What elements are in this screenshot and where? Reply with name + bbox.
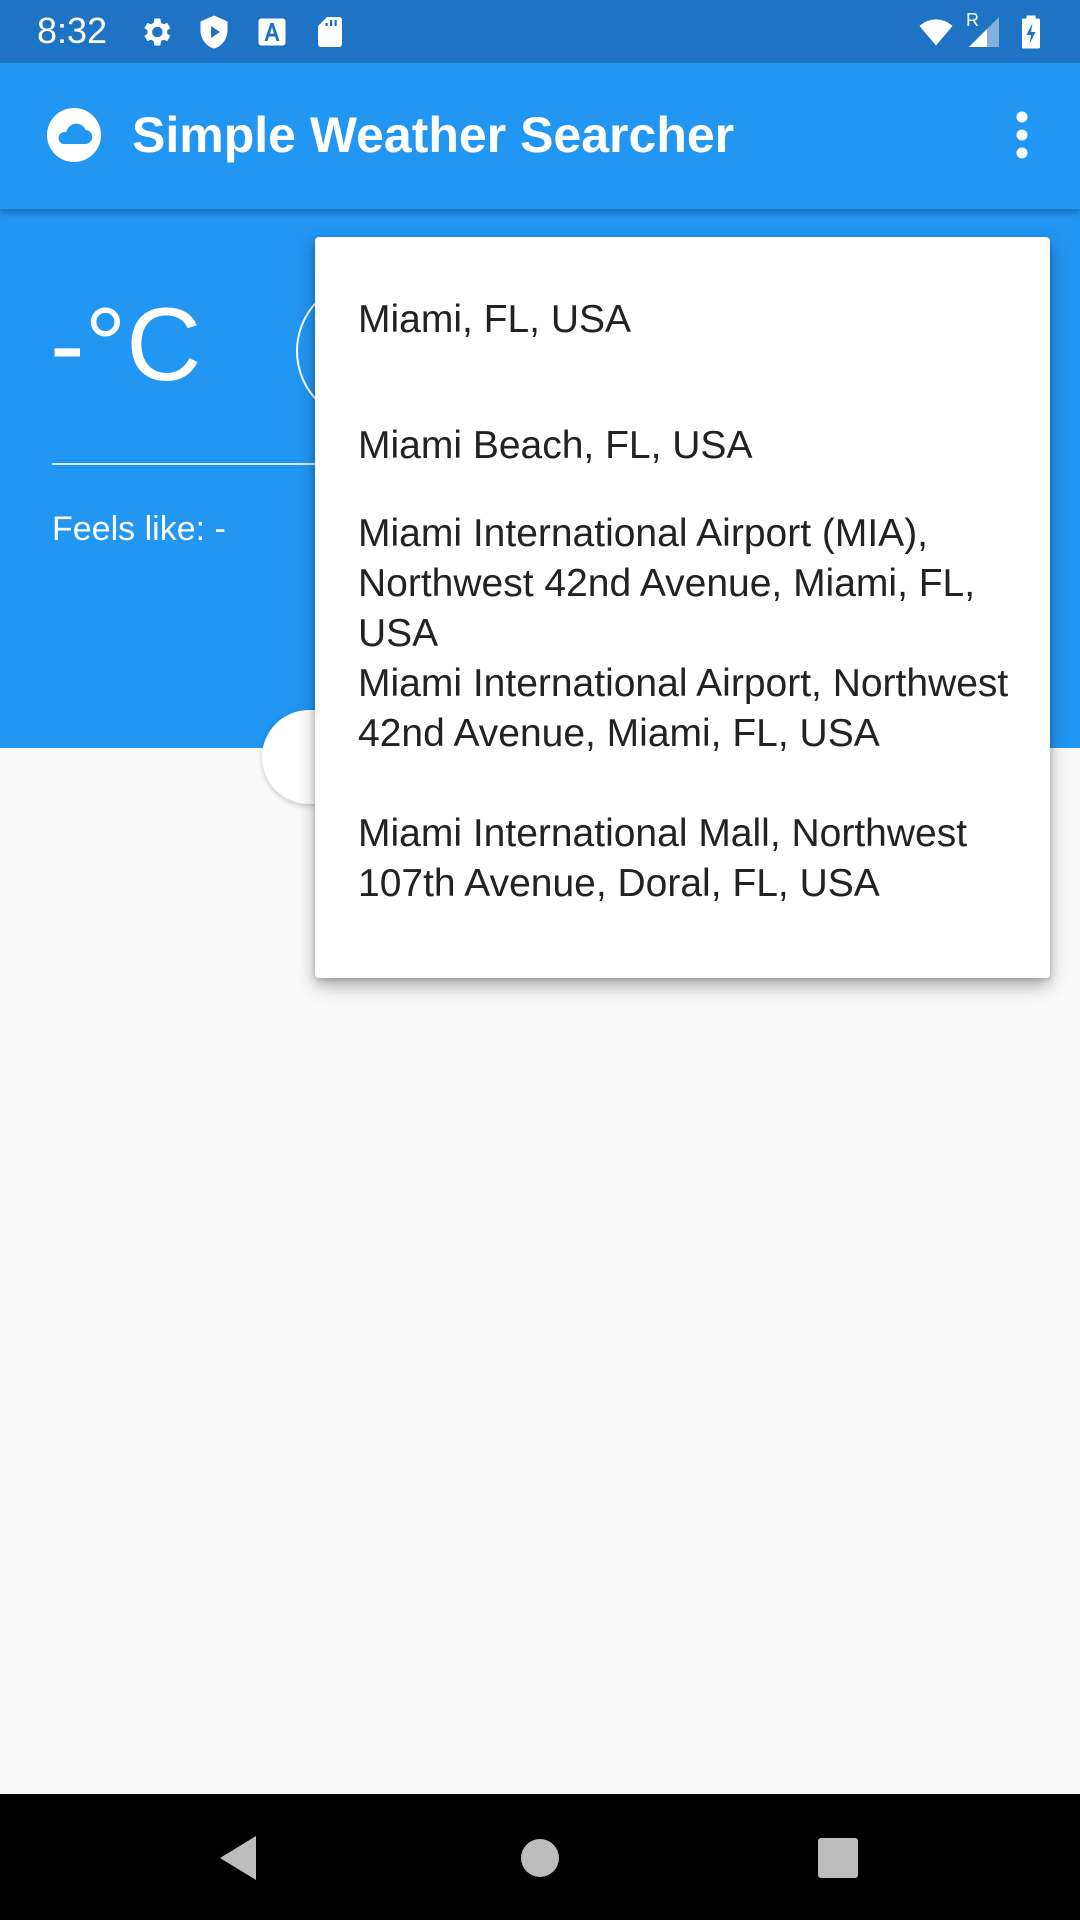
feels-like: Feels like: - xyxy=(52,510,226,548)
more-vertical-icon[interactable] xyxy=(988,101,1056,169)
home-icon[interactable] xyxy=(512,1830,568,1886)
wifi-icon xyxy=(919,19,953,46)
recents-icon[interactable] xyxy=(810,1830,866,1886)
suggestion-item[interactable]: Miami, FL, USA xyxy=(358,295,1028,345)
shield-play-icon xyxy=(200,15,228,49)
font-download-icon xyxy=(258,18,286,46)
back-icon[interactable] xyxy=(210,1830,266,1886)
status-time: 8:32 xyxy=(37,10,108,51)
settings-icon xyxy=(144,18,171,46)
app-title: Simple Weather Searcher xyxy=(132,107,735,163)
sd-card-icon xyxy=(318,17,342,47)
nav-bar xyxy=(0,1794,1080,1920)
status-bar: 8:32 R xyxy=(0,0,1080,63)
suggestion-item[interactable]: Miami International Airport (MIA), North… xyxy=(358,509,1028,659)
suggestion-item[interactable]: Miami International Airport, Northwest 4… xyxy=(358,659,1028,759)
temperature: -°C xyxy=(50,287,202,403)
suggestions-dropdown: Miami, FL, USA Miami Beach, FL, USA Miam… xyxy=(315,237,1050,978)
signal-icon xyxy=(969,17,999,47)
cloud-icon xyxy=(47,108,101,162)
app-bar: Simple Weather Searcher xyxy=(0,63,1080,209)
suggestion-item[interactable]: Miami International Mall, Northwest 107t… xyxy=(358,809,1028,909)
battery-charging-icon xyxy=(1022,15,1040,49)
suggestion-item[interactable]: Miami Beach, FL, USA xyxy=(358,421,1028,471)
